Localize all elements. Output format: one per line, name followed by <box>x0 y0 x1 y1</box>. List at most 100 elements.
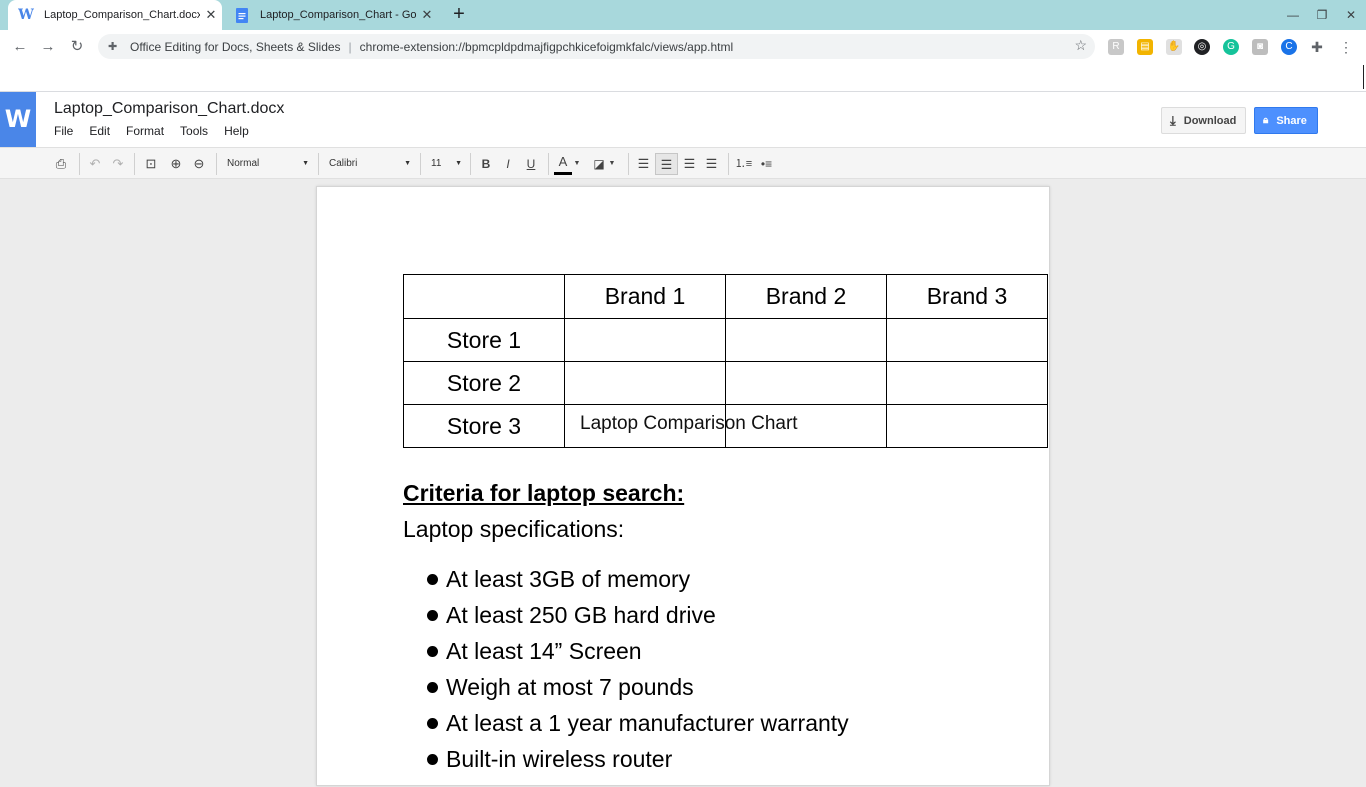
undo-icon[interactable]: ↶ <box>86 153 104 175</box>
list-item-text: At least 14” Screen <box>446 637 642 664</box>
camera-icon[interactable]: ◙ <box>1252 39 1268 55</box>
extension-search-icon[interactable]: ◎ <box>1194 39 1210 55</box>
extension-icon[interactable]: ▤ <box>1137 39 1153 55</box>
menu-file[interactable]: File <box>54 124 73 138</box>
align-center-icon[interactable]: ☰ <box>655 153 678 175</box>
table-cell[interactable] <box>886 361 1048 405</box>
table-cell[interactable]: Store 2 <box>403 361 565 405</box>
underline-icon[interactable]: U <box>522 153 540 175</box>
floating-text-box[interactable]: Laptop Comparison Chart <box>580 413 798 435</box>
close-window-icon[interactable]: ✕ <box>1336 0 1366 30</box>
word-icon: W <box>18 7 34 23</box>
close-icon[interactable]: ✕ <box>416 7 438 23</box>
back-icon[interactable]: ← <box>9 36 31 58</box>
tab-title: Laptop_Comparison_Chart - Goo <box>260 9 416 21</box>
font-size-dropdown[interactable]: 11 ▼ <box>431 153 462 175</box>
align-left-icon[interactable]: ☰ <box>634 153 653 175</box>
share-button[interactable]: 🔒︎ Share <box>1254 107 1318 134</box>
site-label: Office Editing for Docs, Sheets & Slides <box>130 39 341 54</box>
tab-title: Laptop_Comparison_Chart.docx <box>44 9 200 21</box>
list-item-text: Built-in wireless router <box>446 745 673 772</box>
close-icon[interactable]: ✕ <box>200 7 222 23</box>
bookmark-star-icon[interactable]: ☆ <box>1074 37 1087 54</box>
table-cell[interactable]: Brand 3 <box>886 274 1048 319</box>
bulleted-list-icon[interactable]: •≡ <box>757 153 776 175</box>
fit-page-icon[interactable]: ⊡ <box>142 153 160 175</box>
numbered-list-icon[interactable]: ⒈≡ <box>734 153 753 175</box>
formatting-toolbar: ⎙ ↶ ↷ ⊡ ⊕ ⊖ Normal ▼ Calibri ▼ 11 ▼ B I U A… <box>0 147 1366 179</box>
align-right-icon[interactable]: ☰ <box>680 153 699 175</box>
table-cell[interactable]: Brand 1 <box>564 274 726 319</box>
bullet-icon <box>427 681 438 693</box>
list-item: At least 3GB of memory <box>427 561 849 597</box>
tab-laptop-docx[interactable]: W Laptop_Comparison_Chart.docx ✕ <box>8 0 222 30</box>
table-cell[interactable] <box>725 318 887 362</box>
table-cell[interactable] <box>886 318 1048 362</box>
caret-line <box>1363 65 1364 89</box>
menu-tools[interactable]: Tools <box>180 124 208 138</box>
google-docs-icon <box>234 7 250 23</box>
table-cell[interactable]: Store 3 <box>403 404 565 448</box>
caret-down-icon[interactable]: ▼ <box>608 153 616 175</box>
style-dropdown[interactable]: Normal ▼ <box>227 153 309 175</box>
extensions-puzzle-icon[interactable]: ✚ <box>1309 39 1325 55</box>
caret-down-icon: ▼ <box>455 160 462 167</box>
menu-kebab-icon[interactable]: ⋮ <box>1338 39 1354 55</box>
grammarly-icon[interactable]: G <box>1223 39 1239 55</box>
font-dropdown[interactable]: Calibri ▼ <box>329 153 411 175</box>
tab-google-doc[interactable]: Laptop_Comparison_Chart - Goo ✕ <box>224 0 438 30</box>
zoom-in-icon[interactable]: ⊕ <box>167 153 185 175</box>
new-tab-icon[interactable]: + <box>448 3 470 25</box>
list-item: Built-in wireless router <box>427 741 849 777</box>
zoom-out-icon[interactable]: ⊖ <box>190 153 208 175</box>
document-page[interactable]: Brand 1 Brand 2 Brand 3 Store 1 Store 2 … <box>316 186 1050 786</box>
menu-format[interactable]: Format <box>126 124 164 138</box>
extension-icon[interactable]: C <box>1281 39 1297 55</box>
bullet-icon <box>427 717 438 729</box>
forward-icon[interactable]: → <box>37 36 59 58</box>
text-color-icon[interactable]: A <box>554 153 572 175</box>
menu-bar: File Edit Format Tools Help <box>54 124 265 138</box>
font-size-value: 11 <box>431 158 442 169</box>
reload-icon[interactable]: ↻ <box>66 36 88 58</box>
style-value: Normal <box>227 158 260 169</box>
extension-icon[interactable]: ✋ <box>1166 39 1182 55</box>
print-icon[interactable]: ⎙ <box>52 153 70 175</box>
list-item-text: At least 250 GB hard drive <box>446 601 716 628</box>
table-cell[interactable] <box>886 404 1048 448</box>
download-button[interactable]: ⤓ Download <box>1161 107 1246 134</box>
italic-icon[interactable]: I <box>499 153 517 175</box>
caret-down-icon: ▼ <box>302 160 309 167</box>
table-cell[interactable] <box>725 361 887 405</box>
bullet-icon <box>427 645 438 657</box>
criteria-heading: Criteria for laptop search: <box>403 480 685 506</box>
extension-icon[interactable]: R <box>1108 39 1124 55</box>
menu-edit[interactable]: Edit <box>89 124 110 138</box>
highlight-color-icon[interactable]: ◪ <box>590 153 608 175</box>
table-row: Store 2 <box>403 361 1048 405</box>
list-item: Weigh at most 7 pounds <box>427 669 849 705</box>
table-cell[interactable]: Store 1 <box>403 318 565 362</box>
justify-icon[interactable]: ☰ <box>702 153 721 175</box>
tab-strip: W Laptop_Comparison_Chart.docx ✕ Laptop_… <box>0 0 1366 30</box>
url-text: chrome-extension://bpmcpldpdmajfigpchkic… <box>359 39 734 54</box>
list-item-text: At least 3GB of memory <box>446 565 691 592</box>
browser-toolbar: ← → ↻ ✚ Office Editing for Docs, Sheets … <box>0 30 1366 63</box>
redo-icon[interactable]: ↷ <box>109 153 127 175</box>
share-label: Share <box>1276 114 1307 127</box>
minimize-icon[interactable]: — <box>1278 0 1308 30</box>
table-cell[interactable] <box>564 318 726 362</box>
address-bar[interactable]: ✚ Office Editing for Docs, Sheets & Slid… <box>98 34 1095 59</box>
table-cell[interactable] <box>403 274 565 319</box>
document-title[interactable]: Laptop_Comparison_Chart.docx <box>54 100 284 118</box>
table-cell[interactable]: Brand 2 <box>725 274 887 319</box>
list-item-text: Weigh at most 7 pounds <box>446 673 694 700</box>
caret-down-icon[interactable]: ▼ <box>573 153 581 175</box>
restore-icon[interactable]: ❐ <box>1307 0 1337 30</box>
extension-puzzle-icon: ✚ <box>108 41 118 53</box>
document-body: Brand 1 Brand 2 Brand 3 Store 1 Store 2 … <box>317 187 1051 787</box>
menu-help[interactable]: Help <box>224 124 249 138</box>
bold-icon[interactable]: B <box>477 153 495 175</box>
specs-list: At least 3GB of memory At least 250 GB h… <box>427 561 849 777</box>
table-cell[interactable] <box>564 361 726 405</box>
